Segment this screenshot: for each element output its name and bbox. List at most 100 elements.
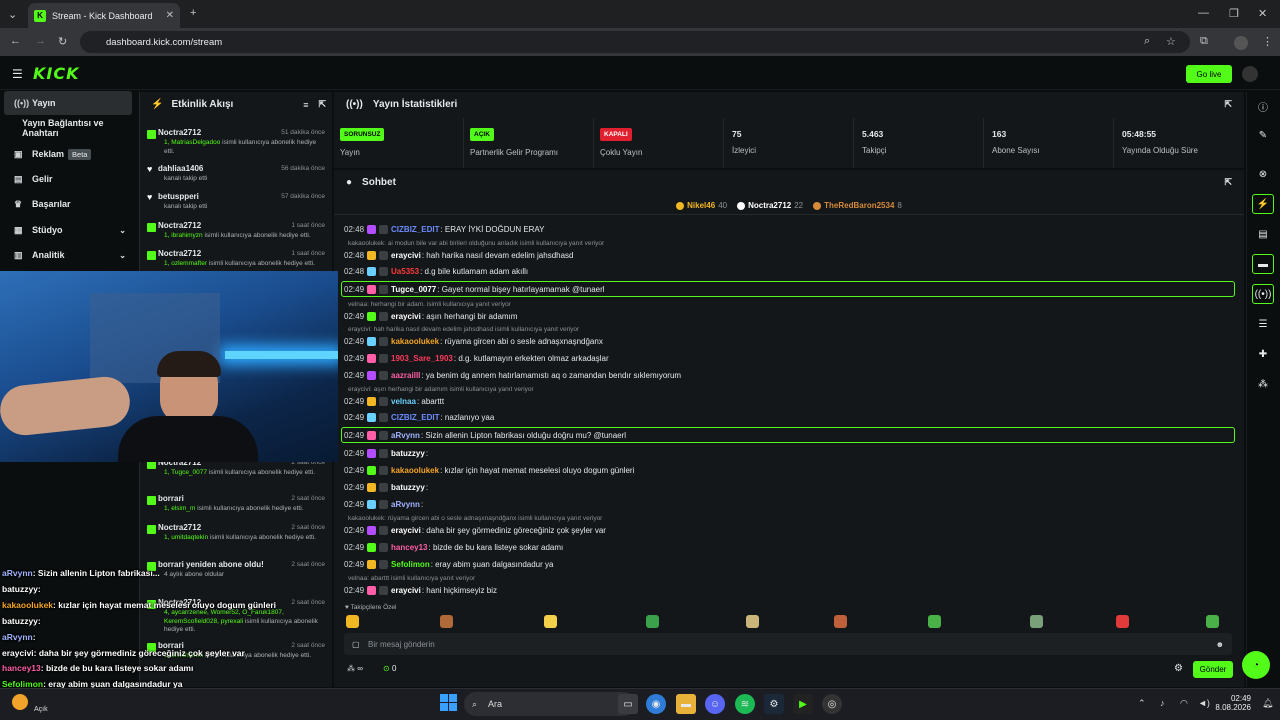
bookmark-star-icon[interactable]: ☆ xyxy=(1166,35,1176,48)
chat-message[interactable]: 02:49 eraycivi: hani hiçkimseyiz biz xyxy=(344,583,497,597)
reload-icon[interactable]: ↻ xyxy=(58,35,67,48)
extensions-icon[interactable]: ⧉ xyxy=(1200,35,1208,48)
chat-username[interactable]: Tugce_0077 xyxy=(391,285,436,294)
activity-item[interactable]: ♥ betuspperi 57 dakika önce kanalı takip et… xyxy=(145,192,325,212)
chat-message[interactable]: 02:49 aRvynn: xyxy=(344,497,423,511)
taskbar-search-input[interactable]: ⌕ Ara xyxy=(464,692,636,716)
discord-icon[interactable]: ☺ xyxy=(705,694,725,714)
chat-message[interactable]: 02:49 hancey13: bizde de bu kara listeye … xyxy=(344,540,563,554)
activity-item[interactable]: Noctra2712 1 saat önce 1, ibrahimyzn isiml… xyxy=(145,221,325,241)
chat-username[interactable]: aRvynn xyxy=(391,431,420,440)
browser-menu-icon[interactable]: ⋮ xyxy=(1262,35,1273,48)
chat-message[interactable]: 02:49 batuzzyy: xyxy=(344,480,428,494)
chat-username[interactable]: eraycivi xyxy=(391,251,421,260)
user-avatar[interactable] xyxy=(1242,66,1258,82)
browser-tab[interactable]: K Stream - Kick Dashboard ✕ xyxy=(28,3,180,28)
info-icon[interactable]: ⓘ xyxy=(1252,96,1274,116)
filter-icon[interactable]: ≡ xyxy=(303,100,308,110)
chat-message[interactable]: 02:49 aRvynn: Sizin allenin Lipton fabrik… xyxy=(344,428,626,442)
document-icon[interactable]: ▤ xyxy=(1252,224,1274,244)
chat-message[interactable]: 02:49 kakaoolukek: kızlar için hayat mema… xyxy=(344,463,634,477)
back-icon[interactable]: ← xyxy=(10,35,21,47)
activity-item[interactable]: borrari yeniden abone oldu! 2 saat önce 4 … xyxy=(145,560,325,580)
chat-message[interactable]: 02:49 aazrailll: ya benim dg annem hatırl… xyxy=(344,368,681,382)
chat-message[interactable]: 02:49 velnaa: abarttt xyxy=(344,394,444,408)
tab-search-icon[interactable]: ⌄ xyxy=(8,8,17,21)
forward-icon[interactable]: → xyxy=(35,35,46,47)
obs-icon[interactable]: ◎ xyxy=(822,694,842,714)
close-tab-icon[interactable]: ✕ xyxy=(166,10,174,21)
chat-username[interactable]: Sefolimon xyxy=(391,560,430,569)
nav-item-stream-key[interactable]: Yayın Bağlantısı ve Anahtarı xyxy=(4,116,132,140)
chat-username[interactable]: eraycivi xyxy=(391,312,421,321)
chat-message[interactable]: 02:49 eraycivi: daha bir şey görmediniz g… xyxy=(344,523,606,537)
emote-icon[interactable] xyxy=(746,615,759,628)
chat-message[interactable]: 02:49 CIZBIZ_EDIT: nazlanıyo yaa xyxy=(344,410,494,424)
send-button[interactable]: Gönder xyxy=(1193,661,1233,678)
gear-icon[interactable]: ⚙ xyxy=(1174,663,1183,674)
emote-icon[interactable] xyxy=(834,615,847,628)
edit-icon[interactable]: ✎ xyxy=(1252,125,1274,145)
leaderboard-entry[interactable]: TheRedBaron2534 8 xyxy=(813,201,902,210)
activity-item[interactable]: Noctra2712 1 saat önce 1, ozlemmafter isim… xyxy=(145,249,325,269)
emote-icon[interactable] xyxy=(928,615,941,628)
chat-username[interactable]: CIZBIZ_EDIT xyxy=(391,413,439,422)
activity-item[interactable]: Noctra2712 2 saat önce 1, umitdaqtekin isi… xyxy=(145,523,325,543)
chat-username[interactable]: eraycivi xyxy=(391,586,421,595)
profile-avatar[interactable] xyxy=(1234,36,1248,50)
chat-settings-icon[interactable]: ⁂ ∞ xyxy=(347,664,363,673)
wrench-icon[interactable]: ✚ xyxy=(1252,344,1274,364)
close-window-icon[interactable]: ✕ xyxy=(1258,7,1267,20)
nav-item-yayin[interactable]: ((•)) Yayın xyxy=(4,91,132,115)
emote-icon[interactable] xyxy=(346,615,359,628)
emote-icon[interactable] xyxy=(440,615,453,628)
share-icon[interactable]: ⁂ xyxy=(1252,374,1274,394)
layers-icon[interactable]: ☰ xyxy=(1252,314,1274,334)
chat-message[interactable]: 02:49 1903_Sare_1903: d.g. kutlamayın erk… xyxy=(344,351,609,365)
chat-message[interactable]: 02:49 eraycivi: aşırı herhangi bir adamım xyxy=(344,309,517,323)
chat-username[interactable]: batuzzyy xyxy=(391,483,425,492)
nav-item-studyo[interactable]: ▦ Stüdyo ⌄ xyxy=(4,218,132,242)
hamburger-menu-icon[interactable]: ☰ xyxy=(12,67,23,81)
zoom-icon[interactable]: ⌕ xyxy=(1144,35,1150,48)
mod-icon[interactable]: ⊗ xyxy=(1252,164,1274,184)
chat-username[interactable]: hancey13 xyxy=(391,543,427,552)
kick-app-icon[interactable]: ▶ xyxy=(793,694,813,714)
nav-item-reklam[interactable]: ▣ Reklam Beta xyxy=(4,142,132,166)
emote-icon[interactable] xyxy=(1030,615,1043,628)
url-input[interactable]: dashboard.kick.com/stream xyxy=(80,31,1190,53)
nav-item-basarilar[interactable]: ♛ Başarılar xyxy=(4,192,132,216)
help-chat-button[interactable]: ◔ xyxy=(1242,651,1270,679)
new-tab-icon[interactable]: + xyxy=(190,7,196,19)
maximize-icon[interactable]: ❐ xyxy=(1229,7,1239,20)
chat-message[interactable]: 02:49 batuzzyy: xyxy=(344,446,428,460)
wifi-icon[interactable]: ◠ xyxy=(1180,698,1188,709)
chat-message-input[interactable]: ▢ Bir mesaj gönderin ☻ xyxy=(344,633,1232,655)
chat-username[interactable]: eraycivi xyxy=(391,526,421,535)
go-live-button[interactable]: Go live xyxy=(1186,65,1232,83)
chat-username[interactable]: kakaoolukek xyxy=(391,337,439,346)
chat-username[interactable]: velnaa xyxy=(391,397,416,406)
activity-item[interactable]: Noctra2712 51 dakika önce 1, MatriasDelgad… xyxy=(145,128,325,156)
notification-bell-icon[interactable]: 🔔︎ xyxy=(1262,698,1273,709)
microphone-icon[interactable]: ♪ xyxy=(1160,698,1165,708)
bolt-icon[interactable]: ⚡ xyxy=(1252,194,1274,214)
taskbar-clock[interactable]: 02:49 8.08.2026 xyxy=(1205,694,1251,712)
chat-message[interactable]: 02:48 eraycivi: hah harika nasıl devam ed… xyxy=(344,248,574,262)
emote-icon[interactable] xyxy=(544,615,557,628)
chrome-icon[interactable]: ◉ xyxy=(646,694,666,714)
chat-message[interactable]: 02:49 Tugce_0077: Gayet normal bişey hatı… xyxy=(344,282,605,296)
emote-icon[interactable] xyxy=(646,615,659,628)
leaderboard-entry[interactable]: Noctra2712 22 xyxy=(737,201,803,210)
leaderboard-entry[interactable]: Nikel46 40 xyxy=(676,201,727,210)
popout-icon[interactable]: ⇱ xyxy=(1224,99,1232,110)
activity-item[interactable]: borrari 2 saat önce 1, elsim_m isimli kull… xyxy=(145,494,325,514)
tray-chevron-icon[interactable]: ⌃ xyxy=(1138,698,1146,709)
chat-username[interactable]: aazrailll xyxy=(391,371,420,380)
chat-username[interactable]: CIZBIZ_EDIT xyxy=(391,225,439,234)
chat-username[interactable]: kakaoolukek xyxy=(391,466,439,475)
popout-icon[interactable]: ⇱ xyxy=(318,99,326,110)
chat-username[interactable]: batuzzyy xyxy=(391,449,425,458)
chat-username[interactable]: 1903_Sare_1903 xyxy=(391,354,453,363)
emote-icon[interactable] xyxy=(1206,615,1219,628)
